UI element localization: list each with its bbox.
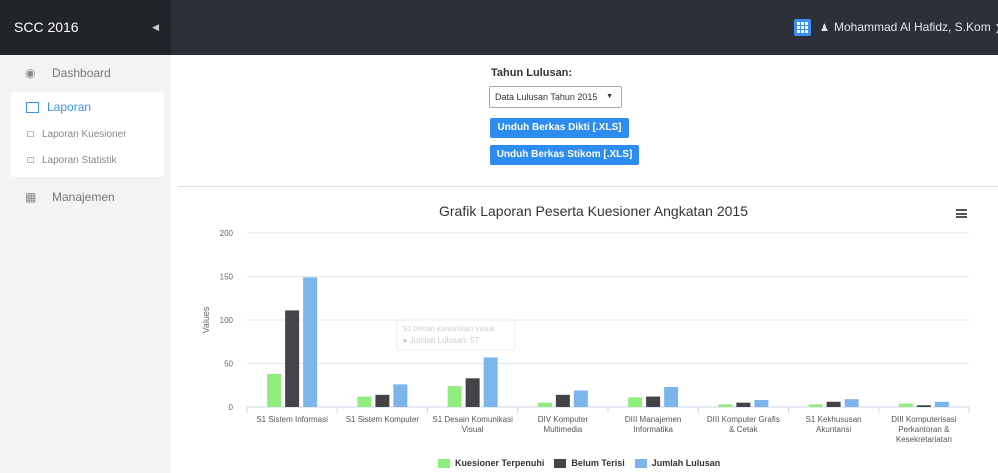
sidebar-item-manajemen[interactable]: ▦ Manajemen xyxy=(0,179,164,215)
bar xyxy=(285,310,300,407)
bar xyxy=(664,386,679,407)
submenu-laporan: Laporan Laporan Kuesioner Laporan Statis… xyxy=(11,92,164,177)
bar xyxy=(826,401,841,407)
bar xyxy=(267,373,282,407)
x-tick-label: DIII Komputer Grafis & Cetak xyxy=(707,415,780,434)
top-bar: SCC 2016 ◀ ♟Mohammad Al Hafidz, S.Kom❯ xyxy=(0,0,998,55)
y-axis-label: Values xyxy=(201,306,211,333)
y-tick-label: 100 xyxy=(220,316,234,325)
chart-tooltip xyxy=(396,319,516,351)
list-icon xyxy=(27,157,34,164)
legend-item[interactable]: Belum Terisi xyxy=(554,458,625,468)
chart-legend: Kuesioner Terpenuhi Belum Terisi Jumlah … xyxy=(438,458,730,468)
legend-swatch xyxy=(438,458,450,468)
bar xyxy=(934,401,949,407)
bar xyxy=(555,394,570,407)
legend-label: Kuesioner Terpenuhi xyxy=(455,458,545,468)
sidebar-item-label: Laporan Statistik xyxy=(42,155,117,166)
sidebar-item-label: Laporan xyxy=(47,100,92,114)
bar xyxy=(393,384,408,407)
sidebar-item-dashboard[interactable]: ◉ Dashboard xyxy=(0,55,164,91)
sidebar-item-laporan-statistik[interactable]: Laporan Statistik xyxy=(27,155,117,166)
y-tick-label: 150 xyxy=(220,273,234,282)
sidebar-item-label: Manajemen xyxy=(52,190,115,204)
table-icon: ▦ xyxy=(25,190,37,204)
x-tick-label: S1 Sistem Komputer xyxy=(346,415,420,424)
tooltip-value: ● Jumlah Lulusan: 57 xyxy=(403,336,480,345)
bar xyxy=(465,378,480,407)
user-icon: ♟ xyxy=(820,23,829,34)
x-tick-label: S1 Sistem Informasi xyxy=(256,415,328,424)
dashboard-icon: ◉ xyxy=(25,66,36,80)
bar-chart: 0 50 100 150 200 Values S1 Sistem Informasi S1 … xyxy=(201,229,970,444)
x-tick-label: DIII Manajemen Informatika xyxy=(625,415,681,434)
apps-grid-button[interactable] xyxy=(794,19,811,36)
sidebar-item-label: Dashboard xyxy=(52,66,111,80)
bar xyxy=(357,396,372,407)
x-tick-label: DIII Komputerisasi Perkantoran & Kesekreta… xyxy=(891,415,957,444)
bar xyxy=(483,357,498,407)
user-menu[interactable]: ♟Mohammad Al Hafidz, S.Kom❯ xyxy=(820,0,998,55)
user-name: Mohammad Al Hafidz, S.Kom xyxy=(833,20,991,34)
bar xyxy=(754,400,769,407)
bar xyxy=(916,405,931,407)
grid-icon xyxy=(797,22,808,33)
sidebar-item-label: Laporan Kuesioner xyxy=(42,129,127,140)
sidebar-toggle-icon[interactable]: ◀ xyxy=(152,0,159,55)
bar xyxy=(447,386,462,407)
legend-label: Belum Terisi xyxy=(571,458,625,468)
x-tick-label: DIV Komputer Multimedia xyxy=(538,415,589,434)
legend-item[interactable]: Jumlah Lulusan xyxy=(634,458,721,468)
y-tick-label: 200 xyxy=(220,229,234,238)
legend-swatch xyxy=(634,458,647,468)
y-tick-label: 50 xyxy=(224,360,233,369)
main-content: Tahun Lulusan: Data Lulusan Tahun 2015 ▼… xyxy=(171,55,998,473)
bar xyxy=(303,277,318,407)
bar xyxy=(718,404,733,407)
sidebar-item-laporan-kuesioner[interactable]: Laporan Kuesioner xyxy=(27,129,127,140)
bar xyxy=(375,394,390,407)
bar xyxy=(573,390,588,407)
x-tick-label: S1 Desain Komunikasi Visual xyxy=(432,415,513,434)
bar xyxy=(646,396,661,407)
tooltip-category: S1 Desain Komunikasi Visual xyxy=(403,326,495,333)
legend-swatch xyxy=(554,458,567,468)
sidebar: ◉ Dashboard Laporan Laporan Kuesioner La… xyxy=(0,55,171,473)
bar xyxy=(898,403,913,407)
brand[interactable]: SCC 2016 ◀ xyxy=(0,0,171,55)
legend-item[interactable]: Kuesioner Terpenuhi xyxy=(438,458,544,468)
list-icon xyxy=(27,131,34,138)
bar xyxy=(736,402,751,407)
bar xyxy=(537,402,552,407)
bar xyxy=(808,404,823,407)
x-tick-label: S1 Kekhususan Akuntansi xyxy=(806,415,862,434)
bar xyxy=(628,397,643,407)
bar-chart-icon xyxy=(26,102,39,114)
y-tick-label: 0 xyxy=(229,403,234,412)
sidebar-item-laporan[interactable]: Laporan xyxy=(26,100,91,114)
bar xyxy=(844,399,859,407)
legend-label: Jumlah Lulusan xyxy=(651,458,721,468)
brand-title: SCC 2016 xyxy=(14,19,79,35)
